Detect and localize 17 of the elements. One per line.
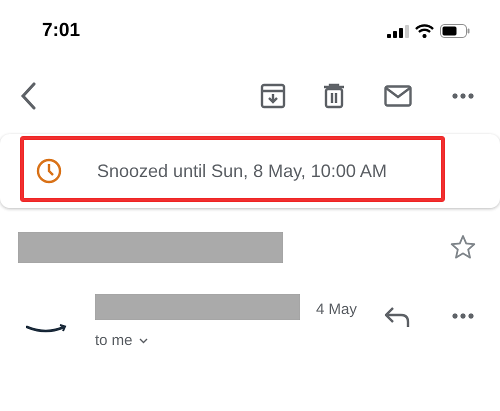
snooze-text: Snoozed until Sun, 8 May, 10:00 AM <box>97 160 387 183</box>
wifi-icon <box>415 24 434 38</box>
trash-icon[interactable] <box>322 83 346 109</box>
more-icon[interactable] <box>452 93 474 99</box>
battery-icon <box>440 24 470 38</box>
recipient-toggle[interactable]: to me <box>95 330 148 352</box>
star-icon[interactable] <box>450 234 476 260</box>
status-time: 7:01 <box>42 18 80 43</box>
more-icon[interactable] <box>452 313 474 319</box>
chevron-down-icon <box>138 338 148 344</box>
smile-arrow-icon <box>26 324 68 334</box>
signal-icon <box>387 24 409 38</box>
mail-icon[interactable] <box>384 85 412 107</box>
message-date: 4 May <box>316 300 357 320</box>
clock-icon <box>36 158 62 184</box>
archive-icon[interactable] <box>260 83 286 109</box>
reply-icon[interactable] <box>384 306 410 328</box>
